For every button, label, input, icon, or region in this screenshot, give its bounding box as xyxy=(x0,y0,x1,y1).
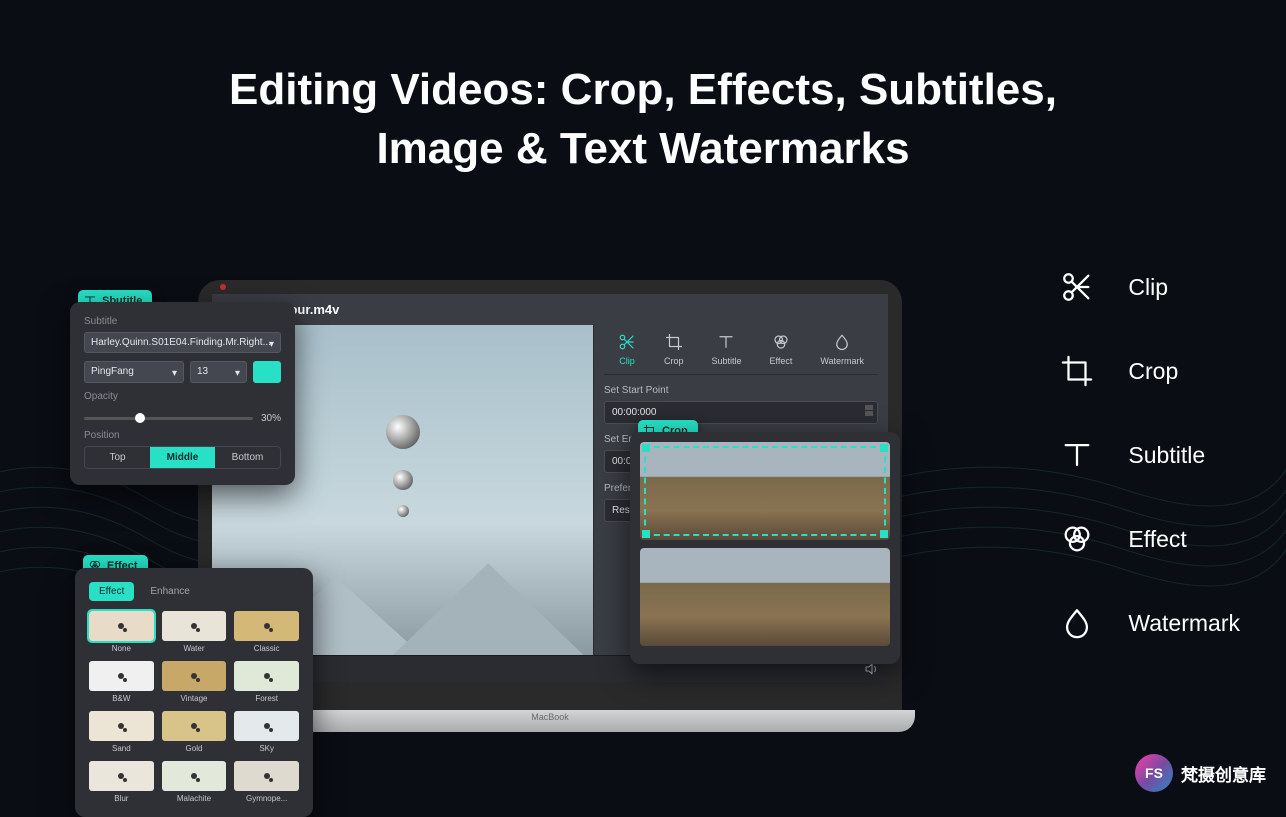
tab-watermark[interactable]: Watermark xyxy=(820,333,864,366)
tab-clip[interactable]: Clip xyxy=(618,333,636,366)
effect-thumb xyxy=(89,761,154,791)
brand-logo: FS xyxy=(1135,754,1173,792)
effect-gold[interactable]: Gold xyxy=(162,711,227,753)
close-window-dot[interactable] xyxy=(220,284,226,290)
opacity-value: 30% xyxy=(261,413,281,424)
opacity-label: Opacity xyxy=(84,391,281,402)
crop-panel xyxy=(630,432,900,664)
effect-label: Gold xyxy=(162,744,227,753)
effect-panel: Effect Enhance None Water Classic B&W Vintage… xyxy=(75,568,313,817)
position-bottom[interactable]: Bottom xyxy=(215,447,280,468)
brand-text: 梵摄创意库 xyxy=(1181,761,1266,786)
chevron-down-icon: ▾ xyxy=(269,339,274,350)
feature-label: Subtitle xyxy=(1128,442,1205,469)
color-swatch[interactable] xyxy=(253,361,281,383)
subtitle-file-select[interactable]: Harley.Quinn.S01E04.Finding.Mr.Right...▾ xyxy=(84,332,281,353)
crop-preview-selected[interactable] xyxy=(640,442,890,540)
headline: Editing Videos: Crop, Effects, Subtitles… xyxy=(0,60,1286,179)
effect-sky[interactable]: SKy xyxy=(234,711,299,753)
text-icon xyxy=(1060,438,1094,472)
text-icon xyxy=(717,333,735,351)
crop-icon xyxy=(665,333,683,351)
effect-thumb xyxy=(234,611,299,641)
crop-icon xyxy=(1060,354,1094,388)
effect-label: SKy xyxy=(234,744,299,753)
effect-thumb xyxy=(162,611,227,641)
tool-tabs: Clip Crop Subtitle Effect Watermark xyxy=(604,325,878,375)
effect-label: Classic xyxy=(234,644,299,653)
effect-thumb xyxy=(162,711,227,741)
effect-blur[interactable]: Blur xyxy=(89,761,154,803)
tab-effect[interactable]: Effect xyxy=(769,333,792,366)
effect-label: Malachite xyxy=(162,794,227,803)
drop-icon xyxy=(1060,606,1094,640)
effect-gymnope[interactable]: Gymnope... xyxy=(234,761,299,803)
feature-label: Crop xyxy=(1128,358,1178,385)
effect-label: None xyxy=(89,644,154,653)
effect-thumb xyxy=(162,761,227,791)
effect-thumb xyxy=(89,711,154,741)
effect-forest[interactable]: Forest xyxy=(234,661,299,703)
feature-subtitle: Subtitle xyxy=(1060,438,1240,472)
effect-label: Forest xyxy=(234,694,299,703)
feature-list: Clip Crop Subtitle Effect Watermark xyxy=(1060,270,1240,690)
subtitle-heading: Subtitle xyxy=(84,316,281,327)
effect-label: B&W xyxy=(89,694,154,703)
feature-effect: Effect xyxy=(1060,522,1240,556)
file-title: Blossom Tour.m4v xyxy=(212,294,888,325)
font-select[interactable]: PingFang▾ xyxy=(84,361,184,383)
drop-icon xyxy=(833,333,851,351)
tab-crop[interactable]: Crop xyxy=(664,333,684,366)
effect-thumb xyxy=(89,661,154,691)
effect-icon xyxy=(1060,522,1094,556)
effect-malachite[interactable]: Malachite xyxy=(162,761,227,803)
effect-tab-effect[interactable]: Effect xyxy=(89,582,134,601)
brand-watermark: FS 梵摄创意库 xyxy=(1135,754,1266,792)
feature-label: Clip xyxy=(1128,274,1168,301)
chevron-down-icon: ▾ xyxy=(235,368,240,379)
effect-water[interactable]: Water xyxy=(162,611,227,653)
effect-thumb xyxy=(162,661,227,691)
scissors-icon xyxy=(618,333,636,351)
tab-subtitle[interactable]: Subtitle xyxy=(711,333,741,366)
position-buttons: TopMiddleBottom xyxy=(84,446,281,469)
effect-bw[interactable]: B&W xyxy=(89,661,154,703)
effect-none[interactable]: None xyxy=(89,611,154,653)
effect-label: Gymnope... xyxy=(234,794,299,803)
start-point-label: Set Start Point xyxy=(604,385,878,396)
crop-preview-original xyxy=(640,548,890,646)
position-middle[interactable]: Middle xyxy=(150,447,215,468)
feature-clip: Clip xyxy=(1060,270,1240,304)
position-label: Position xyxy=(84,430,281,441)
font-size-select[interactable]: 13▾ xyxy=(190,361,247,383)
opacity-slider[interactable] xyxy=(84,417,253,420)
feature-label: Effect xyxy=(1128,526,1186,553)
stepper-icon[interactable] xyxy=(865,405,873,416)
effect-label: Blur xyxy=(89,794,154,803)
effect-vintage[interactable]: Vintage xyxy=(162,661,227,703)
effect-classic[interactable]: Classic xyxy=(234,611,299,653)
effect-label: Vintage xyxy=(162,694,227,703)
chevron-down-icon: ▾ xyxy=(172,368,177,379)
position-top[interactable]: Top xyxy=(85,447,150,468)
effect-label: Water xyxy=(162,644,227,653)
effect-sand[interactable]: Sand xyxy=(89,711,154,753)
effect-thumb xyxy=(234,761,299,791)
scissors-icon xyxy=(1060,270,1094,304)
feature-watermark: Watermark xyxy=(1060,606,1240,640)
effect-thumb xyxy=(234,661,299,691)
effect-tab-enhance[interactable]: Enhance xyxy=(140,582,199,601)
feature-label: Watermark xyxy=(1128,610,1240,637)
effect-thumb xyxy=(89,611,154,641)
feature-crop: Crop xyxy=(1060,354,1240,388)
subtitle-panel: Subtitle Harley.Quinn.S01E04.Finding.Mr.… xyxy=(70,302,295,485)
effect-label: Sand xyxy=(89,744,154,753)
effect-icon xyxy=(772,333,790,351)
effect-thumb xyxy=(234,711,299,741)
